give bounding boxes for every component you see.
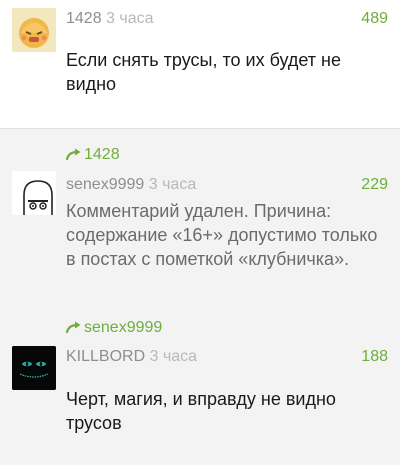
comment-text: Черт, магия, и вправду не видно трусов [66,389,336,433]
comment-thread: 1428 3 часа 489 Если снять трусы, то их … [0,0,400,465]
comment-1428: 1428 3 часа 489 Если снять трусы, то их … [0,0,400,128]
comment-time: 3 часа [149,348,198,365]
comment-time: 3 часа [148,176,197,193]
reply-arrow-icon [66,148,81,160]
reply-arrow-icon [66,321,81,333]
avatar-1428[interactable] [12,8,56,52]
comment-text: Комментарий удален. Причина: содержание … [66,201,378,269]
comment-time: 3 часа [106,10,154,27]
comment-killbord: senex9999 KILLBORD 3 часа 188 Черт, маги… [0,298,400,465]
comment-senex9999: 1428 senex9999 3 часа 229 Комментарий уд… [0,128,400,299]
author-name[interactable]: 1428 [66,10,102,27]
reply-to-name[interactable]: 1428 [84,146,120,163]
comment-meta: 1428 3 часа [66,9,154,29]
avatar-senex9999[interactable] [12,171,56,215]
comment-rating: 188 [361,348,388,365]
avatar-killbord[interactable] [12,346,56,390]
author-name[interactable]: KILLBORD [66,348,145,365]
comment-meta: KILLBORD 3 часа [66,347,197,367]
reply-to-link[interactable]: 1428 [66,145,120,165]
comment-rating: 229 [361,176,388,193]
comment-meta: senex9999 3 часа [66,175,196,195]
comment-text: Если снять трусы, то их будет не видно [66,50,342,94]
reply-to-link[interactable]: senex9999 [66,318,162,338]
reply-to-name[interactable]: senex9999 [84,319,162,336]
comment-rating: 489 [361,10,388,27]
author-name[interactable]: senex9999 [66,176,144,193]
